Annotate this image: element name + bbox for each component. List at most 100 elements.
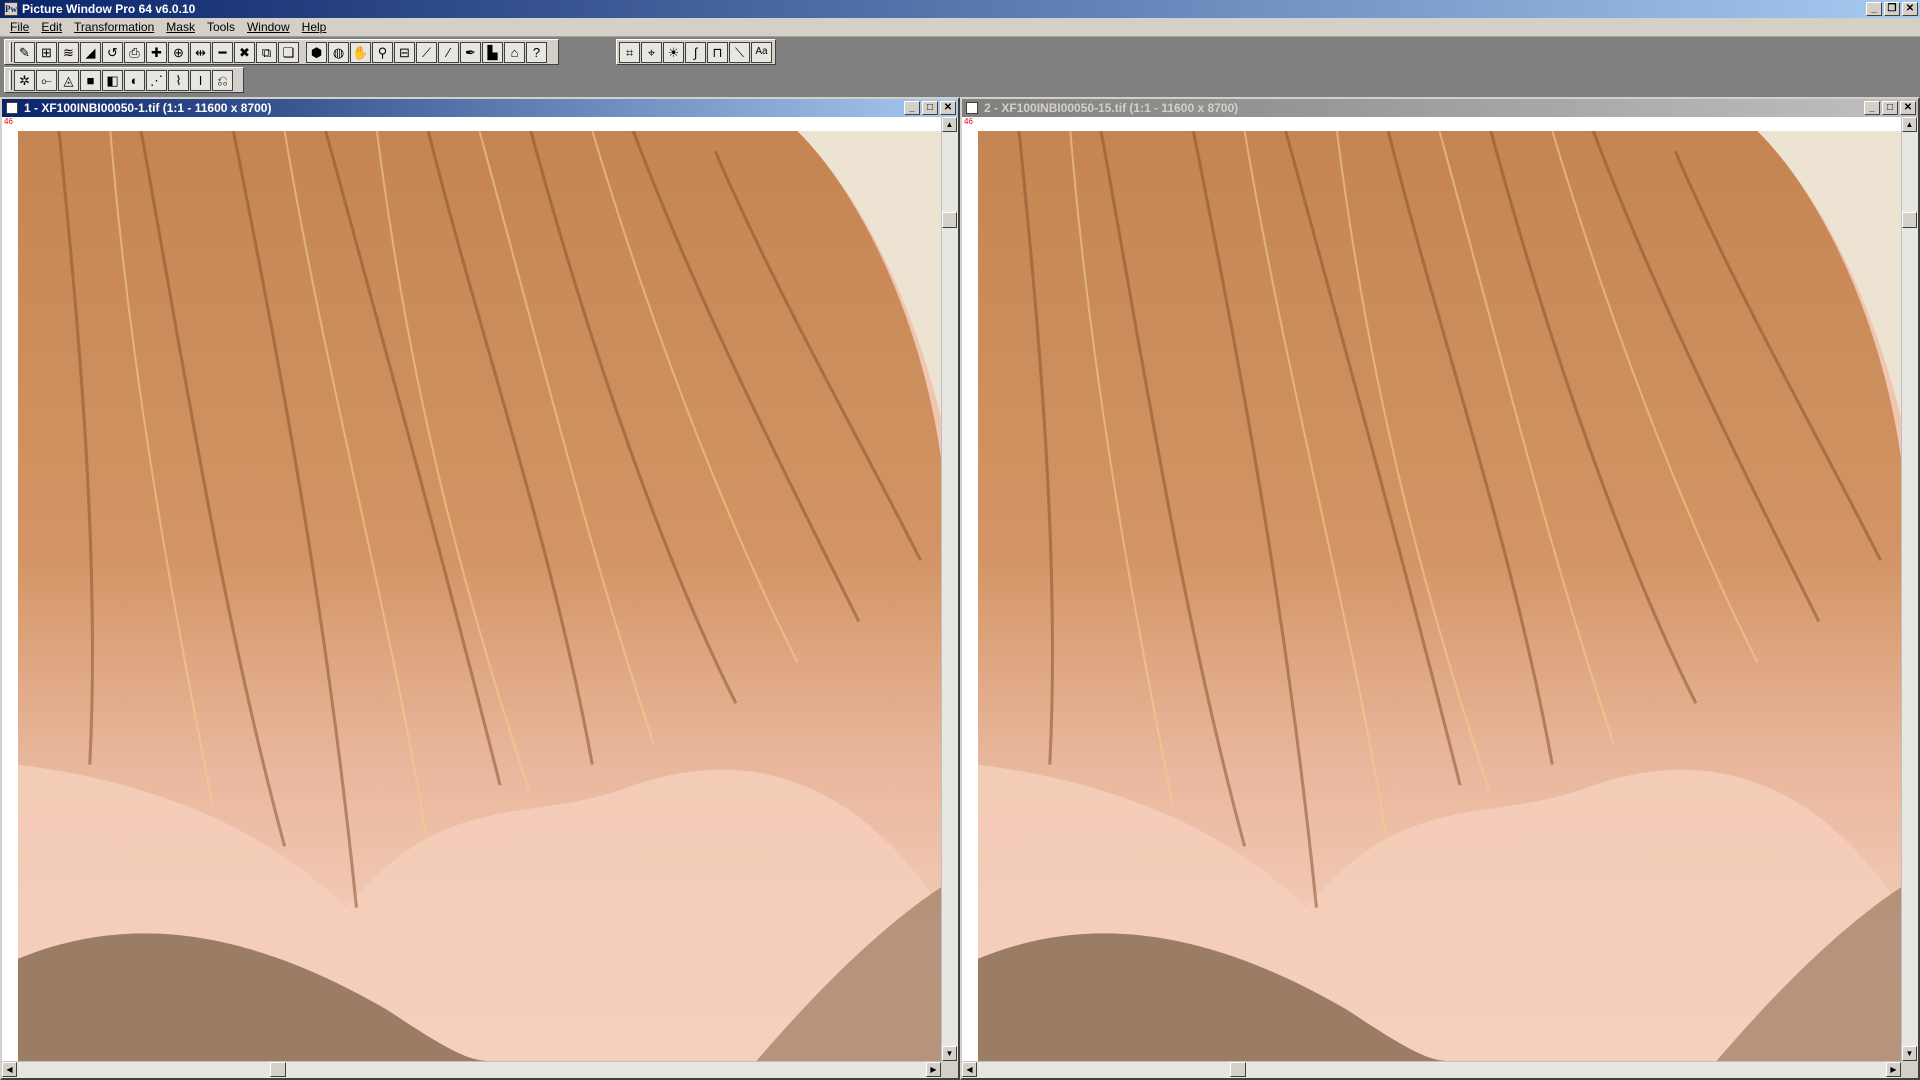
close-button[interactable]: ✕ [1900,101,1916,115]
app-window-controls: _ ❐ ✕ [1866,2,1918,16]
document-window-2[interactable]: 2 - XF100INBI00050-15.tif (1:1 - 11600 x… [960,97,1920,1080]
minimize-button[interactable]: _ [1866,2,1882,16]
sampler-icon[interactable]: ⊟ [394,41,415,63]
sphere-icon[interactable]: ◐ [124,69,145,91]
minimize-button[interactable]: _ [904,101,920,115]
secondary-toolbar: ✲ ⟜ ◬ ■ ◧ ◐ ⋰ ⌇ Ι ⎌ [4,67,244,93]
half-square-icon[interactable]: ◧ [102,69,123,91]
close-image-icon[interactable]: ✖ [234,41,255,63]
menu-window[interactable]: Window [241,20,296,34]
scroll-down-button[interactable]: ▼ [942,1046,957,1061]
menu-edit[interactable]: Edit [35,20,68,34]
maximize-button[interactable]: □ [1882,101,1898,115]
scroll-thumb[interactable] [1902,212,1917,228]
smooth-icon[interactable]: ⟜ [36,69,57,91]
main-toolbar: ✎ ⊞ ≋ ◢ ↺ ⎙ ✚ ⊕ ⇹ ━ ✖ ⧉ ❏ ⬢ ◍ ✋ ⚲ ⊟ ⟋ ⁄ … [4,39,559,65]
hand-icon[interactable]: ✋ [350,41,371,63]
menu-mask[interactable]: Mask [160,20,201,34]
scroll-thumb[interactable] [270,1062,286,1077]
help-icon[interactable]: ? [526,41,547,63]
add-icon[interactable]: ✚ [146,41,167,63]
document-icon[interactable] [6,102,18,114]
horizontal-scrollbar[interactable]: ◀ ▶ [2,1061,941,1078]
line-icon[interactable]: ⟋ [416,41,437,63]
maximize-button[interactable]: □ [922,101,938,115]
sparkle-icon[interactable]: ✲ [14,69,35,91]
curves-icon[interactable]: ∫ [685,41,706,63]
hook-icon[interactable]: ⌇ [168,69,189,91]
scroll-up-button[interactable]: ▲ [1902,117,1917,132]
app-titlebar: Pw Picture Window Pro 64 v6.0.10 _ ❐ ✕ [0,0,1920,18]
brightness-icon[interactable]: ☀ [663,41,684,63]
brush-icon[interactable]: ✒ [460,41,481,63]
hair-photo-svg [978,131,1901,1061]
scroll-corner [1901,1061,1918,1078]
document-window-1[interactable]: 1 - XF100INBI00050-1.tif (1:1 - 11600 x … [0,97,960,1080]
menu-help[interactable]: Help [296,20,333,34]
vertical-scrollbar[interactable]: ▲ ▼ [941,117,958,1061]
document-controls: _ □ ✕ [904,101,956,115]
histogram-icon[interactable]: ▙ [482,41,503,63]
wave-tool-icon[interactable]: ≋ [58,41,79,63]
document-title: 1 - XF100INBI00050-1.tif (1:1 - 11600 x … [24,101,272,115]
subtract-icon[interactable]: ━ [212,41,233,63]
menu-file[interactable]: File [4,20,35,34]
minimize-button[interactable]: _ [1864,101,1880,115]
print-icon[interactable]: ⎙ [124,41,145,63]
scroll-thumb[interactable] [942,212,957,228]
hair-photo-svg [18,131,941,1061]
horizontal-scrollbar[interactable]: ◀ ▶ [962,1061,1901,1078]
copy-icon[interactable]: ❏ [278,41,299,63]
pen-icon[interactable]: ⁄ [438,41,459,63]
scroll-thumb[interactable] [1230,1062,1246,1077]
document-titlebar[interactable]: 1 - XF100INBI00050-1.tif (1:1 - 11600 x … [2,99,958,117]
resize-icon[interactable]: ⇹ [190,41,211,63]
scroll-left-button[interactable]: ◀ [962,1062,977,1077]
stamp-icon[interactable]: ⬢ [306,41,327,63]
image-canvas[interactable]: 46 [2,117,941,1061]
app-icon[interactable]: Pw [4,2,18,16]
undo-tool-icon[interactable]: ↺ [102,41,123,63]
menu-transformation[interactable]: Transformation [68,20,160,34]
document-title: 2 - XF100INBI00050-15.tif (1:1 - 11600 x… [984,101,1239,115]
duplicate-icon[interactable]: ⧉ [256,41,277,63]
scroll-down-button[interactable]: ▼ [1902,1046,1917,1061]
scroll-up-button[interactable]: ▲ [942,117,957,132]
edit-tool-icon[interactable]: ✎ [14,41,35,63]
photo-hair [978,131,1901,1061]
crop-icon[interactable]: ⌗ [619,41,640,63]
restore-button[interactable]: ❐ [1884,2,1900,16]
document-titlebar[interactable]: 2 - XF100INBI00050-15.tif (1:1 - 11600 x… [962,99,1918,117]
close-button[interactable]: ✕ [940,101,956,115]
toolbar-grip[interactable] [9,42,12,62]
document-controls: _ □ ✕ [1864,101,1916,115]
scroll-right-button[interactable]: ▶ [1886,1062,1901,1077]
vertical-scrollbar[interactable]: ▲ ▼ [1901,117,1918,1061]
brighten-tool-icon[interactable]: ◢ [80,41,101,63]
toolbar-area: ✎ ⊞ ≋ ◢ ↺ ⎙ ✚ ⊕ ⇹ ━ ✖ ⧉ ❏ ⬢ ◍ ✋ ⚲ ⊟ ⟋ ⁄ … [0,37,1920,95]
gradient-icon[interactable]: ⟍ [729,41,750,63]
triangle-icon[interactable]: ◬ [58,69,79,91]
diagonal-icon[interactable]: ⋰ [146,69,167,91]
black-square-icon[interactable]: ■ [80,69,101,91]
levels-icon[interactable]: ⊓ [707,41,728,63]
menu-tools[interactable]: Tools [201,20,241,34]
cursor-text-icon[interactable]: Ι [190,69,211,91]
magnifier-icon[interactable]: ⚲ [372,41,393,63]
close-button[interactable]: ✕ [1902,2,1918,16]
transform-toolbar: ⌗ ⌖ ☀ ∫ ⊓ ⟍ Aa [616,39,776,65]
scroll-left-button[interactable]: ◀ [2,1062,17,1077]
image-canvas[interactable]: 46 [962,117,1901,1061]
zoom-tag: 46 [4,117,13,126]
zoom-fit-icon[interactable]: ⊕ [168,41,189,63]
document-icon[interactable] [966,102,978,114]
selection-icon[interactable]: ⌖ [641,41,662,63]
camera-icon[interactable]: ⌂ [504,41,525,63]
toolbar-grip[interactable] [9,70,12,90]
app-title: Picture Window Pro 64 v6.0.10 [22,2,196,16]
eraser-icon[interactable]: ⎌ [212,69,233,91]
composite-tool-icon[interactable]: ⊞ [36,41,57,63]
scroll-right-button[interactable]: ▶ [926,1062,941,1077]
dial-icon[interactable]: ◍ [328,41,349,63]
text-icon[interactable]: Aa [751,41,772,63]
